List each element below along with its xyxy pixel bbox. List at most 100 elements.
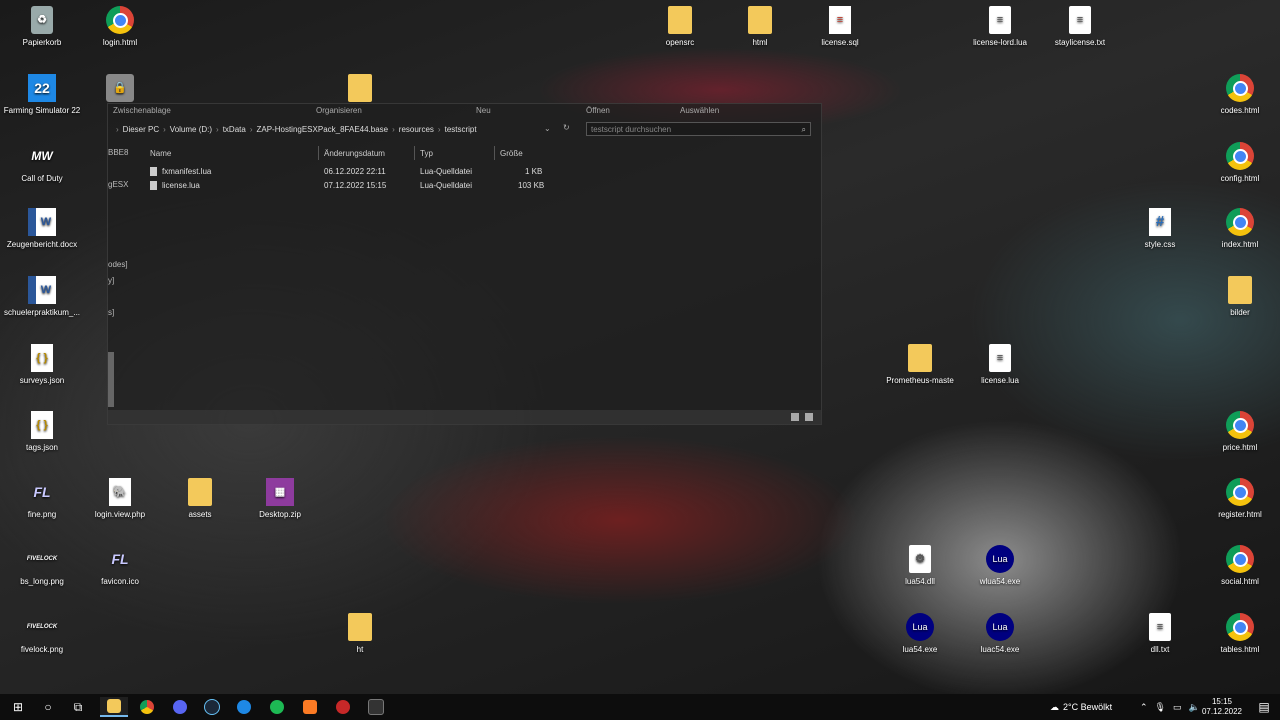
ribbon-group-neu[interactable]: Neu	[476, 106, 491, 115]
file-size: 103 KB	[518, 181, 545, 190]
microphone-icon[interactable]: 🎙	[1155, 702, 1166, 713]
desktop-icon-bs-long[interactable]: FIVELOCK bs_long.png	[0, 545, 84, 587]
search-input[interactable]: testscript durchsuchen ⌕	[586, 122, 811, 136]
chevron-down-icon[interactable]: ⌄	[544, 124, 551, 133]
breadcrumb-segment[interactable]: ZAP-HostingESXPack_8FAE44.base	[257, 125, 389, 134]
desktop-icon-price-html[interactable]: price.html	[1198, 411, 1280, 453]
desktop-icon-lua54-dll[interactable]: ⚙ lua54.dll	[878, 545, 962, 587]
chevron-up-icon[interactable]: ⌃	[1140, 702, 1148, 713]
desktop-icon-desktop-zip[interactable]: ▦ Desktop.zip	[238, 478, 322, 520]
breadcrumb-segment[interactable]: txData	[223, 125, 246, 134]
navigation-pane[interactable]: BBE8 gESX odes] y] s] in	[108, 142, 138, 410]
desktop-icon-wlua54[interactable]: Lua wlua54.exe	[958, 545, 1042, 587]
desktop-icon-social-html[interactable]: social.html	[1198, 545, 1280, 587]
desktop-icon-fivelock[interactable]: FIVELOCK fivelock.png	[0, 613, 84, 655]
file-row[interactable]: license.lua 07.12.2022 15:15 Lua-Quellda…	[146, 180, 546, 192]
fl-logo-icon: FL	[33, 484, 51, 500]
desktop-icon-tags-json[interactable]: { } tags.json	[0, 411, 84, 453]
breadcrumb-segment[interactable]: Dieser PC	[123, 125, 159, 134]
search-icon[interactable]: ○	[34, 697, 62, 717]
spotify-taskbar-icon[interactable]	[263, 697, 291, 717]
status-bar	[108, 410, 821, 424]
desktop-icon-codes-html[interactable]: codes.html	[1198, 74, 1280, 116]
column-header-date[interactable]: Änderungsdatum	[324, 149, 385, 158]
breadcrumb-segment[interactable]: Volume (D:)	[170, 125, 212, 134]
chrome-taskbar-icon[interactable]	[133, 697, 161, 717]
desktop-icon-schuelerpraktikum[interactable]: W schuelerpraktikum_...	[0, 276, 84, 318]
desktop-icon-license-sql[interactable]: ≡ license.sql	[798, 6, 882, 48]
desktop-icon-license-lord[interactable]: ≡ license-lord.lua	[958, 6, 1042, 48]
desktop-icon-login-view-php[interactable]: 🐘 login.view.php	[78, 478, 162, 520]
file-type: Lua-Quelldatei	[420, 167, 473, 176]
desktop-icon-opensrc[interactable]: opensrc	[638, 6, 722, 48]
desktop-icon-bilder[interactable]: bilder	[1198, 276, 1280, 318]
xampp-taskbar-icon[interactable]	[296, 697, 324, 717]
desktop-icon-zeugenbericht[interactable]: W Zeugenbericht.docx	[0, 208, 84, 250]
desktop-icon-staylicense[interactable]: ≡ staylicense.txt	[1038, 6, 1122, 48]
column-header-type[interactable]: Typ	[420, 149, 433, 158]
file-date: 06.12.2022 22:11	[324, 167, 386, 176]
nav-item[interactable]: gESX	[108, 180, 128, 189]
desktop-icon-tables-html[interactable]: tables.html	[1198, 613, 1280, 655]
desktop-icon-assets[interactable]: assets	[158, 478, 242, 520]
desktop-icon-login-html[interactable]: login.html	[78, 6, 162, 48]
desktop-icon-prometheus[interactable]: Prometheus-maste	[878, 344, 962, 386]
desktop-icon-behind-window[interactable]	[318, 74, 402, 106]
desktop-icon-ht[interactable]: ht	[318, 613, 402, 655]
volume-icon[interactable]: 🔈	[1189, 702, 1200, 713]
ribbon-group-zwischenablage[interactable]: Zwischenablage	[113, 106, 171, 115]
desktop-icon-html-folder[interactable]: html	[718, 6, 802, 48]
desktop-icon-papierkorb[interactable]: ♻ Papierkorb	[0, 6, 84, 48]
file-row[interactable]: fxmanifest.lua 06.12.2022 22:11 Lua-Quel…	[146, 166, 546, 178]
app-taskbar-icon[interactable]	[230, 697, 258, 717]
folder-icon	[668, 6, 692, 34]
desktop-icon-call-of-duty[interactable]: MW Call of Duty	[0, 142, 84, 184]
fl-logo-icon: FL	[111, 551, 129, 567]
clock[interactable]: 15:15 07.12.2022	[1202, 697, 1242, 717]
desktop-icon-license-lua[interactable]: ≡ license.lua	[958, 344, 1042, 386]
nav-item[interactable]: odes]	[108, 260, 128, 269]
address-bar[interactable]: › Dieser PC › Volume (D:) › txData › ZAP…	[108, 121, 586, 137]
desktop-icon-style-css[interactable]: # style.css	[1118, 208, 1202, 250]
nav-scrollbar[interactable]	[108, 352, 114, 407]
nav-item[interactable]: BBE8	[108, 148, 128, 157]
search-icon: ⌕	[801, 125, 806, 134]
desktop-icon-register-html[interactable]: register.html	[1198, 478, 1280, 520]
desktop-icon-fine-png[interactable]: FL fine.png	[0, 478, 84, 520]
task-view-icon[interactable]: ⧉	[64, 697, 92, 717]
lua-icon: Lua	[906, 613, 934, 641]
network-icon[interactable]: ▭	[1173, 702, 1182, 713]
ribbon-group-auswaehlen[interactable]: Auswählen	[680, 106, 719, 115]
desktop-icon-index-html[interactable]: index.html	[1198, 208, 1280, 250]
desktop-icon-lua54-exe[interactable]: Lua lua54.exe	[878, 613, 962, 655]
desktop-icon-config-html[interactable]: config.html	[1198, 142, 1280, 184]
nav-item[interactable]: y]	[108, 276, 114, 285]
desktop-icon-surveys-json[interactable]: { } surveys.json	[0, 344, 84, 386]
column-header-size[interactable]: Größe	[500, 149, 523, 158]
windows-start-icon[interactable]: ⊞	[4, 697, 32, 717]
desktop-icon-luac54[interactable]: Lua luac54.exe	[958, 613, 1042, 655]
file-explorer-taskbar-icon[interactable]	[100, 697, 128, 717]
word-document-icon: W	[28, 276, 56, 304]
desktop-icon-lock[interactable]: 🔒	[78, 74, 162, 106]
ribbon-group-organisieren[interactable]: Organisieren	[316, 106, 362, 115]
ribbon-group-oeffnen[interactable]: Öffnen	[586, 106, 610, 115]
refresh-icon[interactable]: ↻	[563, 123, 570, 132]
notification-icon[interactable]: ▤	[1250, 697, 1278, 717]
steam-taskbar-icon[interactable]	[198, 697, 226, 717]
app-taskbar-icon[interactable]	[362, 697, 390, 717]
breadcrumb-segment[interactable]: testscript	[445, 125, 477, 134]
desktop-icon-dll-txt[interactable]: ≡ dll.txt	[1118, 613, 1202, 655]
taskbar: ⊞ ○ ⧉ ☁ 2°C Bewölkt ⌃ 🎙 ▭ 🔈 15:15 07.12.…	[0, 694, 1280, 720]
breadcrumb-segment[interactable]: resources	[399, 125, 434, 134]
app-taskbar-icon[interactable]	[329, 697, 357, 717]
details-view-icon[interactable]	[791, 413, 799, 421]
large-icons-view-icon[interactable]	[805, 413, 813, 421]
weather-widget[interactable]: ☁ 2°C Bewölkt	[1050, 694, 1112, 720]
desktop-icon-farming-simulator[interactable]: 22 Farming Simulator 22	[0, 74, 84, 116]
file-explorer-window[interactable]: Zwischenablage Organisieren Neu Öffnen A…	[107, 103, 822, 425]
desktop-icon-favicon[interactable]: FL favicon.ico	[78, 545, 162, 587]
discord-taskbar-icon[interactable]	[166, 697, 194, 717]
nav-item[interactable]: s]	[108, 308, 114, 317]
column-header-name[interactable]: Name	[150, 149, 171, 158]
